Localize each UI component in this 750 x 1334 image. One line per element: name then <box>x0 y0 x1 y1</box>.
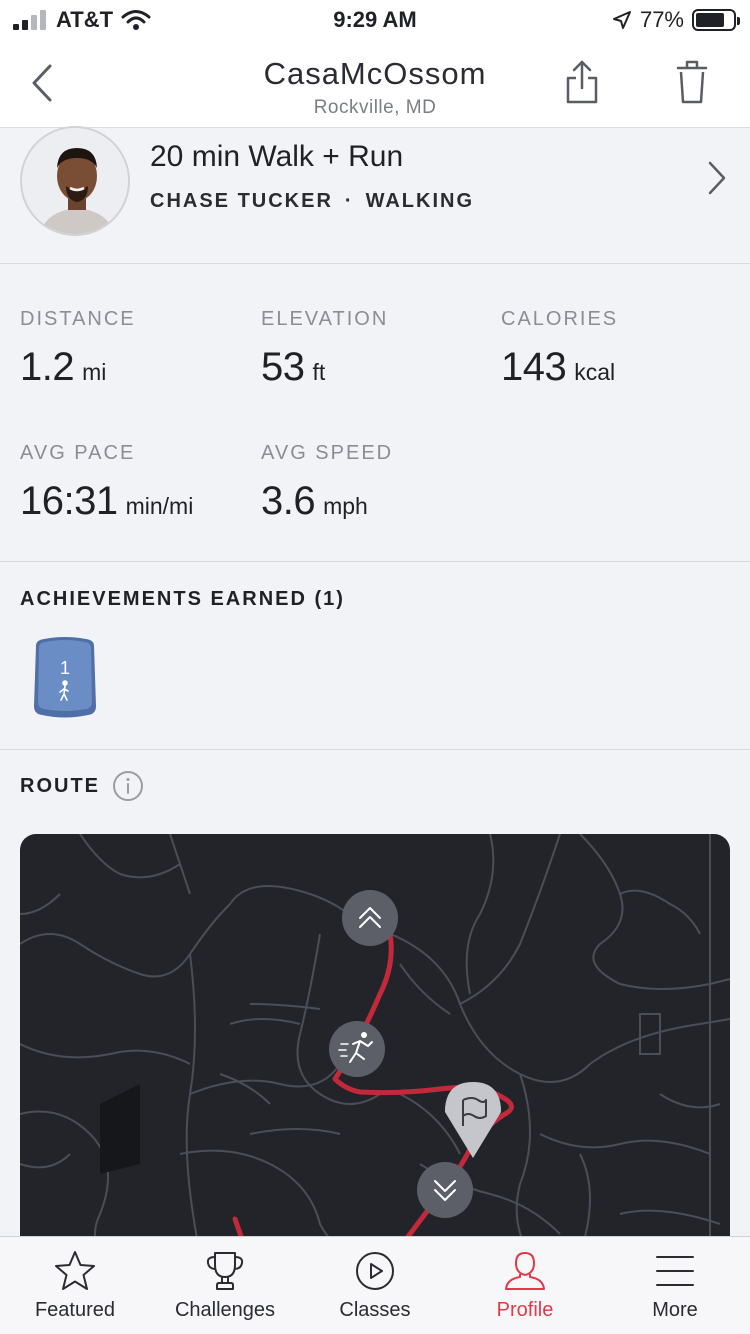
status-right: 77% <box>612 7 740 33</box>
achievements-title: ACHIEVEMENTS EARNED (1) <box>20 588 345 610</box>
tab-more[interactable]: More <box>600 1237 750 1334</box>
page-title: CasaMcOssom <box>263 56 487 91</box>
stat-calories: CALORIES 143 kcal <box>501 308 618 390</box>
stat-elevation: ELEVATION 53 ft <box>261 308 388 390</box>
flag-pin-marker[interactable] <box>445 1082 501 1158</box>
stat-value: 1.2 <box>20 345 75 389</box>
stat-label: AVG PACE <box>20 442 136 464</box>
page-subtitle: Rockville, MD <box>313 97 437 118</box>
menu-icon <box>656 1256 694 1286</box>
location-arrow-icon <box>612 11 631 29</box>
class-title: 20 min Walk + Run <box>150 140 404 173</box>
battery-percent: 77% <box>639 7 684 32</box>
tab-bar: Featured Challenges Classes Profile More <box>0 1236 750 1334</box>
class-info-row[interactable]: 20 min Walk + Run CHASE TUCKER · WALKING <box>0 126 750 264</box>
trash-icon[interactable] <box>672 58 712 106</box>
tab-classes[interactable]: Classes <box>300 1237 450 1334</box>
stat-avg-pace: AVG PACE 16:31 min/mi <box>20 442 193 524</box>
meta-separator: · <box>344 190 354 212</box>
class-meta: CHASE TUCKER · WALKING <box>150 190 474 213</box>
tab-label: Challenges <box>174 1299 276 1321</box>
instructor-avatar <box>20 126 130 236</box>
battery-icon <box>692 9 740 31</box>
class-type: WALKING <box>365 190 475 212</box>
play-circle-icon <box>356 1252 394 1290</box>
elevation-up-marker[interactable] <box>342 890 398 946</box>
info-icon[interactable] <box>112 770 144 802</box>
stat-unit: mi <box>82 359 107 385</box>
stat-unit: ft <box>312 359 326 385</box>
tab-featured[interactable]: Featured <box>0 1237 150 1334</box>
stat-label: DISTANCE <box>20 308 136 330</box>
status-bar: AT&T 9:29 AM 77% <box>0 0 750 40</box>
trophy-icon <box>206 1252 244 1290</box>
nav-header: CasaMcOssom Rockville, MD <box>0 40 750 128</box>
tab-label: Classes <box>339 1299 411 1321</box>
stat-value: 3.6 <box>261 479 316 523</box>
map-building <box>100 1084 140 1174</box>
achievement-badge[interactable]: 1 <box>30 636 100 720</box>
chevron-right-icon[interactable] <box>706 160 728 196</box>
stat-value: 16:31 <box>20 479 118 523</box>
map-canvas <box>20 834 730 1254</box>
workout-detail-screen: AT&T 9:29 AM 77% CasaMcOssom Rockville, … <box>0 0 750 1334</box>
stat-label: CALORIES <box>501 308 619 330</box>
instructor-photo <box>22 128 128 234</box>
stat-value: 53 <box>261 345 305 389</box>
achievements-section: ACHIEVEMENTS EARNED (1) 1 <box>0 562 750 750</box>
stat-unit: mph <box>323 493 368 519</box>
tab-challenges[interactable]: Challenges <box>150 1237 300 1334</box>
person-icon <box>505 1251 545 1290</box>
route-map[interactable] <box>20 834 730 1254</box>
share-icon[interactable] <box>562 58 602 106</box>
stat-unit: min/mi <box>125 493 194 519</box>
stat-label: AVG SPEED <box>261 442 394 464</box>
runner-marker[interactable] <box>329 1021 385 1077</box>
stat-unit: kcal <box>574 359 616 385</box>
stat-label: ELEVATION <box>261 308 389 330</box>
star-icon <box>55 1251 95 1290</box>
workout-stats: DISTANCE 1.2 mi ELEVATION 53 ft CALORIES 1… <box>0 264 750 562</box>
tab-label: Profile <box>496 1299 554 1321</box>
badge-number: 1 <box>60 658 70 678</box>
elevation-down-marker[interactable] <box>417 1162 473 1218</box>
route-header: ROUTE <box>20 770 144 802</box>
instructor-name: CHASE TUCKER <box>150 190 333 212</box>
stat-distance: DISTANCE 1.2 mi <box>20 308 136 390</box>
stat-value: 143 <box>501 345 567 389</box>
tab-label: Featured <box>34 1299 116 1321</box>
tab-profile[interactable]: Profile <box>450 1237 600 1334</box>
stat-avg-speed: AVG SPEED 3.6 mph <box>261 442 393 524</box>
route-title: ROUTE <box>20 774 100 797</box>
tab-label: More <box>652 1299 698 1321</box>
